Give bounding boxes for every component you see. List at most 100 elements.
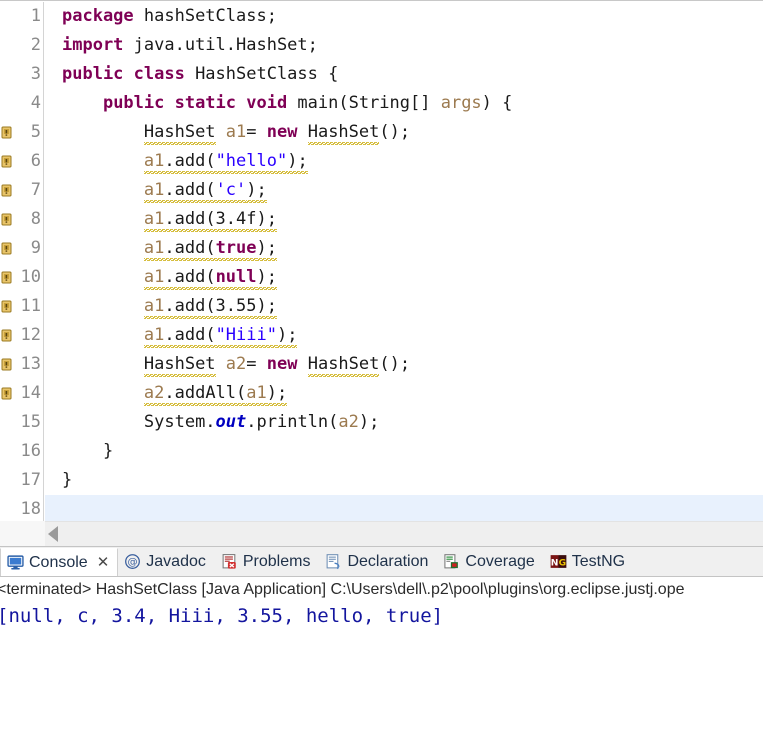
code-line[interactable]: public class HashSetClass { bbox=[45, 60, 763, 89]
code-line[interactable]: a2.addAll(a1); bbox=[45, 379, 763, 408]
tab-testng[interactable]: N G TestNG bbox=[544, 547, 634, 576]
scroll-left-arrow-icon[interactable] bbox=[48, 526, 58, 542]
warning-marker-icon[interactable] bbox=[1, 242, 12, 255]
code-line[interactable]: System.out.println(a2); bbox=[45, 408, 763, 437]
code-token: package bbox=[62, 6, 144, 26]
tab-coverage[interactable]: Coverage bbox=[437, 547, 543, 576]
code-token: a1 bbox=[246, 379, 268, 408]
warning-marker-icon[interactable] bbox=[1, 126, 12, 139]
problems-icon bbox=[221, 553, 238, 570]
console-process-label: <terminated> HashSetClass [Java Applicat… bbox=[0, 581, 685, 598]
code-token: a1 bbox=[143, 147, 165, 176]
code-token: .add(3.4f); bbox=[164, 205, 277, 234]
code-token: new bbox=[266, 122, 308, 142]
view-tab-bar[interactable]: Console ✕ @ Javadoc Problems Declaration Cover… bbox=[0, 546, 763, 577]
line-number: 1 bbox=[30, 6, 41, 26]
code-line[interactable]: a1.add(null); bbox=[45, 263, 763, 292]
code-line[interactable]: a1.add(3.4f); bbox=[45, 205, 763, 234]
code-token: 'c' bbox=[215, 176, 246, 205]
code-token: a2 bbox=[338, 412, 359, 432]
warning-marker-icon[interactable] bbox=[1, 184, 12, 197]
code-token: new bbox=[266, 354, 308, 374]
code-line[interactable]: public static void main(String[] args) { bbox=[45, 89, 763, 118]
code-token: HashSet bbox=[143, 350, 216, 379]
code-token: ); bbox=[358, 412, 380, 432]
code-token: true bbox=[215, 234, 257, 263]
code-token: "Hiii" bbox=[215, 321, 278, 350]
code-token: ); bbox=[256, 234, 278, 263]
tab-console[interactable]: Console ✕ bbox=[0, 548, 119, 576]
code-line[interactable]: HashSet a2= new HashSet(); bbox=[45, 350, 763, 379]
eclipse-ide-window: 1 2 3 4 5 6 7 8 9 10 11 12 13 14 15 16 17 18 package hash… bbox=[0, 0, 763, 739]
editor-body[interactable]: 1 2 3 4 5 6 7 8 9 10 11 12 13 14 15 16 17 18 package hash… bbox=[0, 2, 763, 521]
code-line[interactable]: a1.add("Hiii"); bbox=[45, 321, 763, 350]
line-number-ruler: 1 2 3 4 5 6 7 8 9 10 11 12 13 14 15 16 17 18 bbox=[14, 2, 44, 521]
code-token: out bbox=[215, 412, 247, 432]
java-editor[interactable]: 1 2 3 4 5 6 7 8 9 10 11 12 13 14 15 16 17 18 package hash… bbox=[0, 0, 763, 546]
code-token: ); bbox=[256, 263, 278, 292]
code-token: a1 bbox=[143, 176, 165, 205]
line-number: 5 bbox=[30, 122, 41, 142]
tab-label: Console bbox=[29, 553, 88, 571]
code-line-current[interactable] bbox=[45, 495, 763, 521]
console-view[interactable]: <terminated> HashSetClass [Java Applicat… bbox=[0, 577, 763, 739]
code-line[interactable]: package hashSetClass; bbox=[45, 2, 763, 31]
code-line[interactable]: HashSet a1= new HashSet(); bbox=[45, 118, 763, 147]
line-number: 16 bbox=[20, 441, 41, 461]
code-token: a2 bbox=[225, 354, 247, 374]
editor-horizontal-scrollbar[interactable] bbox=[45, 521, 763, 546]
code-token: .add( bbox=[164, 321, 216, 350]
coverage-icon bbox=[443, 553, 460, 570]
tab-javadoc[interactable]: @ Javadoc bbox=[118, 547, 215, 576]
code-token: a1 bbox=[225, 122, 247, 142]
code-line[interactable]: a1.add(3.55); bbox=[45, 292, 763, 321]
code-token: .add( bbox=[164, 263, 216, 292]
svg-text:N: N bbox=[551, 558, 559, 568]
javadoc-icon: @ bbox=[124, 553, 141, 570]
code-token: import bbox=[62, 35, 134, 55]
line-number: 17 bbox=[20, 470, 41, 490]
code-token: ); bbox=[287, 147, 309, 176]
code-token: (); bbox=[379, 122, 411, 142]
code-line[interactable]: } bbox=[45, 437, 763, 466]
code-text-area[interactable]: package hashSetClass; import java.util.Ha… bbox=[45, 2, 763, 521]
tab-label: Declaration bbox=[347, 552, 429, 570]
code-token: .add( bbox=[164, 234, 216, 263]
warning-marker-icon[interactable] bbox=[1, 213, 12, 226]
line-number: 18 bbox=[20, 499, 41, 519]
line-number: 7 bbox=[30, 180, 41, 200]
code-token: ) { bbox=[481, 93, 513, 113]
tab-close-icon[interactable]: ✕ bbox=[97, 555, 110, 570]
code-line[interactable]: import java.util.HashSet; bbox=[45, 31, 763, 60]
tab-declaration[interactable]: Declaration bbox=[319, 547, 437, 576]
code-line[interactable]: a1.add('c'); bbox=[45, 176, 763, 205]
svg-text:@: @ bbox=[128, 557, 138, 568]
code-token: public static void bbox=[102, 93, 298, 113]
line-number: 8 bbox=[30, 209, 41, 229]
code-token: null bbox=[215, 263, 257, 292]
code-line[interactable]: } bbox=[45, 466, 763, 495]
code-token: a1 bbox=[143, 292, 165, 321]
code-line[interactable]: a1.add(true); bbox=[45, 234, 763, 263]
warning-marker-icon[interactable] bbox=[1, 155, 12, 168]
tab-problems[interactable]: Problems bbox=[215, 547, 320, 576]
code-token: a1 bbox=[143, 205, 165, 234]
code-line[interactable]: a1.add("hello"); bbox=[45, 147, 763, 176]
svg-text:G: G bbox=[558, 558, 566, 568]
declaration-icon bbox=[325, 553, 342, 570]
console-icon bbox=[7, 554, 24, 571]
bottom-view-panel: Console ✕ @ Javadoc Problems Declaration Cover… bbox=[0, 546, 763, 739]
line-number: 11 bbox=[20, 296, 41, 316]
code-token: "hello" bbox=[215, 147, 287, 176]
code-token: a1 bbox=[143, 263, 165, 292]
